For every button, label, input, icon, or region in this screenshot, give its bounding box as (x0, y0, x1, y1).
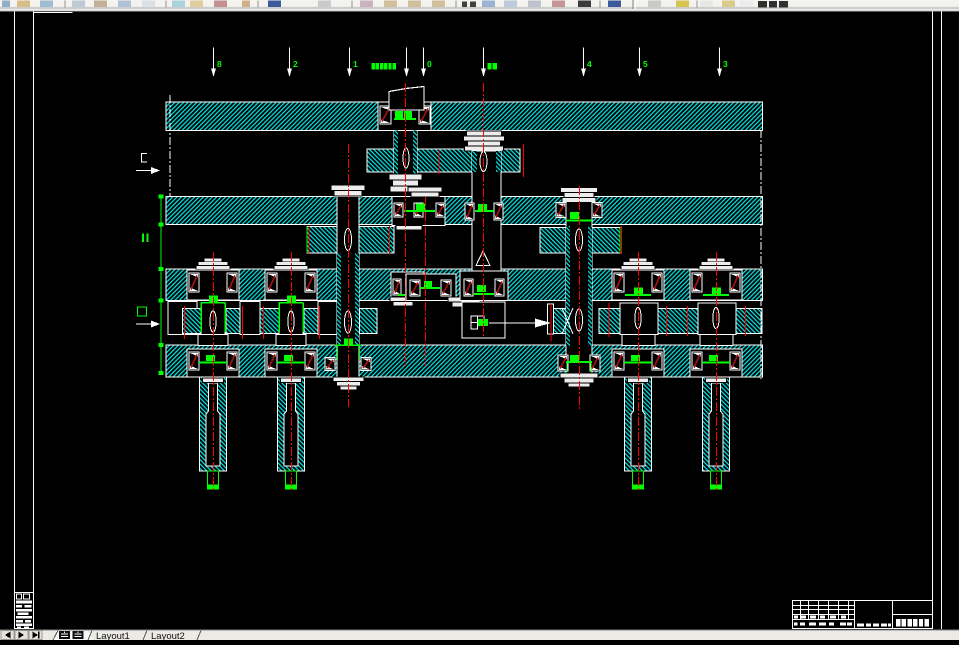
svg-text:5: 5 (643, 59, 648, 69)
svg-text:4: 4 (587, 59, 592, 69)
svg-text:0: 0 (427, 59, 432, 69)
svg-text:Layout2: Layout2 (151, 631, 185, 640)
svg-text:Layout1: Layout1 (96, 631, 130, 640)
svg-text:3: 3 (723, 59, 728, 69)
svg-text:8: 8 (217, 59, 222, 69)
svg-text:2: 2 (293, 59, 298, 69)
svg-text:1: 1 (353, 59, 358, 69)
